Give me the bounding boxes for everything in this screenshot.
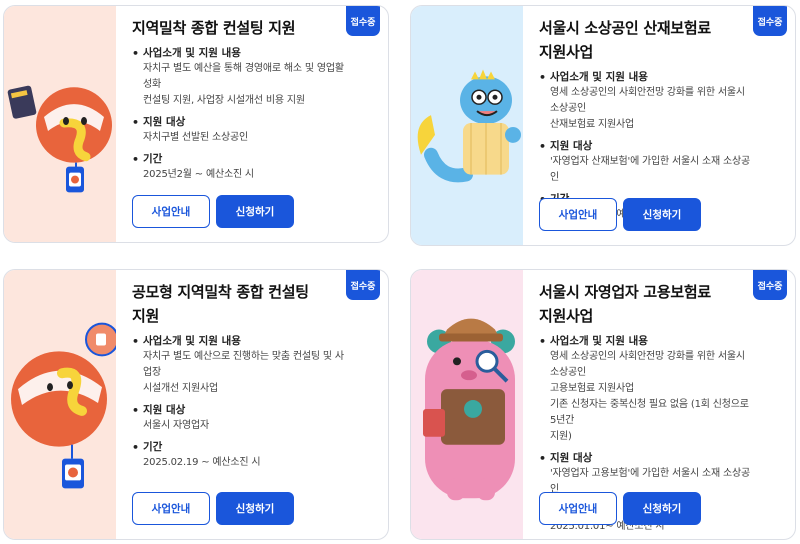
status-badge: 접수중 [753,6,787,36]
card-content: 서울시 소상공인 산재보험료 지원사업 사업소개 및 지원 내용 영세 소상공인… [539,16,755,223]
target-text: 서울시 자영업자 [143,420,209,431]
period-section: 기간 2025년2월 ~ 예산소진 시 [132,152,348,183]
card-title-line: 지원사업 [539,307,594,325]
program-info-button[interactable]: 사업안내 [132,492,210,525]
mascot-illustration [4,270,116,539]
status-badge: 접수중 [753,270,787,300]
overview-label: 사업소개 및 지원 내용 [132,334,348,349]
target-text: 자치구별 선발된 소상공인 [143,132,248,143]
period-text: 2025년2월 ~ 예산소진 시 [143,169,254,180]
card-title-line: 서울시 소상공인 산재보험료 [539,19,711,37]
program-card-industrial-insurance: 접수중 서울시 소상공인 산재보험료 지원사업 사업소개 및 지원 내용 영세 … [410,5,796,246]
apply-button[interactable]: 신청하기 [623,198,701,231]
card-actions: 사업안내 신청하기 [539,492,701,525]
overview-section: 사업소개 및 지원 내용 영세 소상공인의 사회안전망 강화를 위한 서울시 소… [539,334,755,445]
program-info-button[interactable]: 사업안내 [539,492,617,525]
target-label: 지원 대상 [539,451,755,466]
period-label: 기간 [132,152,348,167]
overview-text: 컨설팅 지원, 사업장 시설개선 비용 지원 [143,95,305,106]
program-info-button[interactable]: 사업안내 [539,198,617,231]
overview-label: 사업소개 및 지원 내용 [539,334,755,349]
overview-section: 사업소개 및 지원 내용 영세 소상공인의 사회안전망 강화를 위한 서울시 소… [539,70,755,133]
mascot-illustration [4,6,116,242]
card-title: 지역밀착 종합 컨설팅 지원 [132,19,296,37]
target-text: '자영업자 산재보험'에 가입한 서울시 소재 소상공인 [550,156,750,183]
apply-button[interactable]: 신청하기 [216,492,294,525]
target-section: 지원 대상 '자영업자 고용보험'에 가입한 서울시 소재 소상공인 [539,451,755,498]
overview-text: 지원) [550,431,572,442]
card-title: 서울시 자영업자 고용보험료 지원사업 [539,280,755,328]
card-actions: 사업안내 신청하기 [132,195,294,228]
program-card-public-regional-consulting: 접수중 공모형 지역밀착 종합 컨설팅 지원 사업소개 및 지원 내용 자치구 … [3,269,389,540]
mascot-illustration [411,6,523,245]
card-actions: 사업안내 신청하기 [132,492,294,525]
apply-button[interactable]: 신청하기 [216,195,294,228]
target-label: 지원 대상 [132,115,348,130]
overview-text: 영세 소상공인의 사회안전망 강화를 위한 서울시 소상공인 [550,351,745,378]
target-section: 지원 대상 서울시 자영업자 [132,403,348,434]
overview-label: 사업소개 및 지원 내용 [539,70,755,85]
overview-text: 고용보험료 지원사업 [550,383,634,394]
card-title-line: 서울시 자영업자 고용보험료 [539,283,711,301]
period-text: 2025.02.19 ~ 예산소진 시 [143,457,261,468]
mascot-illustration [411,270,523,539]
card-title: 공모형 지역밀착 종합 컨설팅 지원 [132,280,348,328]
overview-text: 자치구 별도 예산으로 진행하는 맞춤 컨설팅 및 사업장 [143,351,344,378]
status-badge: 접수중 [346,270,380,300]
card-content: 공모형 지역밀착 종합 컨설팅 지원 사업소개 및 지원 내용 자치구 별도 예… [132,280,348,471]
overview-section: 사업소개 및 지원 내용 자치구 별도 예산으로 진행하는 맞춤 컨설팅 및 사… [132,334,348,397]
overview-section: 사업소개 및 지원 내용 자치구 별도 예산을 통해 경영애로 해소 및 영업활… [132,46,348,109]
target-label: 지원 대상 [132,403,348,418]
overview-text: 산재보험료 지원사업 [550,119,634,130]
card-title-line: 지원 [132,307,160,325]
target-label: 지원 대상 [539,139,755,154]
period-section: 기간 2025.02.19 ~ 예산소진 시 [132,440,348,471]
card-content: 지역밀착 종합 컨설팅 지원 사업소개 및 지원 내용 자치구 별도 예산을 통… [132,16,348,183]
overview-text: 기존 신청자는 중복신청 필요 없음 (1회 신청으로 5년간 [550,399,749,426]
program-card-employment-insurance: 접수중 서울시 자영업자 고용보험료 지원사업 사업소개 및 지원 내용 영세 … [410,269,796,540]
status-badge: 접수중 [346,6,380,36]
card-title-line: 지원사업 [539,43,594,61]
card-title-line: 공모형 지역밀착 종합 컨설팅 [132,283,309,301]
card-actions: 사업안내 신청하기 [539,198,701,231]
target-section: 지원 대상 '자영업자 산재보험'에 가입한 서울시 소재 소상공인 [539,139,755,186]
overview-text: 영세 소상공인의 사회안전망 강화를 위한 서울시 소상공인 [550,87,745,114]
overview-text: 시설개선 지원사업 [143,383,218,394]
program-info-button[interactable]: 사업안내 [132,195,210,228]
target-section: 지원 대상 자치구별 선발된 소상공인 [132,115,348,146]
card-title: 서울시 소상공인 산재보험료 지원사업 [539,16,755,64]
apply-button[interactable]: 신청하기 [623,492,701,525]
period-label: 기간 [132,440,348,455]
program-card-regional-consulting: 접수중 지역밀착 종합 컨설팅 지원 사업소개 및 지원 내용 자치구 별도 예… [3,5,389,243]
overview-label: 사업소개 및 지원 내용 [132,46,348,61]
overview-text: 자치구 별도 예산을 통해 경영애로 해소 및 영업활성화 [143,63,344,90]
